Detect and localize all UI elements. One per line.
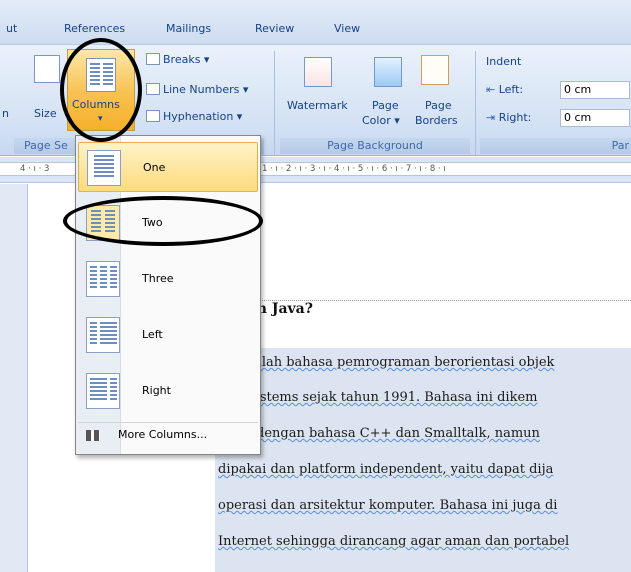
column-line: [110, 378, 117, 402]
menu-item-label: Two: [142, 216, 163, 229]
menu-item-right-column[interactable]: Right: [78, 366, 258, 416]
more-columns-label: More Columns...: [118, 428, 208, 441]
group-separator: [274, 51, 275, 155]
two-columns-icon: [86, 205, 120, 241]
page-borders-icon: [421, 55, 449, 85]
vertical-ruler: [0, 184, 28, 572]
menu-item-label: One: [143, 161, 166, 174]
breaks-icon: [146, 53, 160, 65]
indent-right-icon: ⇥: [486, 111, 499, 124]
tab-view[interactable]: View: [334, 22, 360, 35]
menu-item-two-columns[interactable]: Two: [78, 198, 258, 248]
menu-item-label: Right: [142, 384, 171, 397]
page-color-label-1[interactable]: Page: [372, 99, 399, 112]
page-color-icon: [374, 57, 402, 87]
three-columns-icon: [86, 261, 120, 297]
document-line[interactable]: osystems sejak tahun 1991. Bahasa ini di…: [238, 390, 537, 405]
indent-left-label: ⇤ Left:: [486, 83, 523, 96]
columns-icon: [86, 58, 116, 92]
tab-page-layout[interactable]: ut: [6, 22, 17, 35]
line-numbers-button[interactable]: Line Numbers ▾: [146, 83, 248, 96]
breaks-label: Breaks ▾: [163, 53, 210, 66]
column-line: [91, 210, 101, 234]
more-columns-menu-item[interactable]: More Columns...: [78, 422, 258, 448]
column-line: [94, 155, 114, 179]
document-line[interactable]: dipakai dan platform independent, yaitu …: [218, 462, 553, 477]
menu-item-label: Three: [142, 272, 174, 285]
document-line[interactable]: operasi dan arsitektur komputer. Bahasa …: [218, 498, 557, 513]
watermark-button[interactable]: Watermark: [287, 99, 348, 112]
menu-item-one-column[interactable]: One: [78, 142, 258, 192]
page-borders-label-1[interactable]: Page: [425, 99, 452, 112]
column-line: [90, 266, 97, 290]
group-separator: [475, 51, 476, 155]
columns-dropdown-menu: One Two Three Left Right More Columns...: [75, 135, 261, 455]
paragraph-group-label: Par: [480, 138, 631, 154]
page-background-group-label: Page Background: [280, 138, 470, 154]
column-line: [105, 210, 115, 234]
right-column-icon: [86, 373, 120, 409]
document-line[interactable]: adalah bahasa pemrograman berorientasi o…: [238, 355, 554, 370]
orientation-label-fragment[interactable]: n: [2, 107, 9, 120]
indent-right-text: Right:: [498, 111, 532, 124]
column-line: [90, 378, 107, 402]
size-icon: [34, 55, 60, 83]
columns-button[interactable]: Columns ▾: [67, 49, 135, 131]
columns-icon-line: [90, 63, 100, 87]
columns-icon-line: [103, 63, 113, 87]
menu-item-left-column[interactable]: Left: [78, 310, 258, 360]
ruler-left-ticks: 4 · ı · 3: [20, 164, 50, 174]
column-line: [90, 322, 97, 346]
document-line[interactable]: Internet sehingga dirancang agar aman da…: [218, 534, 569, 549]
tab-review[interactable]: Review: [255, 22, 294, 35]
indent-left-icon: ⇤: [486, 83, 499, 96]
tab-mailings[interactable]: Mailings: [166, 22, 211, 35]
indent-left-text: Left:: [498, 83, 524, 96]
page-borders-label-2[interactable]: Borders: [415, 114, 458, 127]
indent-left-field[interactable]: 0 cm: [560, 81, 630, 99]
hyphenation-icon: [146, 110, 160, 122]
columns-label: Columns: [72, 98, 120, 111]
document-line[interactable]: dengan bahasa C++ dan Smalltalk, namun: [256, 426, 540, 441]
menu-item-label: Left: [142, 328, 163, 341]
hyphenation-label: Hyphenation ▾: [163, 110, 243, 123]
tab-references[interactable]: References: [64, 22, 125, 35]
column-line: [110, 266, 117, 290]
ruler-right-ticks: 1 · ı · 2 · ı · 3 · ı · 4 · ı · 5 · ı · …: [262, 164, 446, 174]
column-line: [100, 322, 117, 346]
indent-right-label: ⇥ Right:: [486, 111, 531, 124]
dropdown-arrow-icon: ▾: [98, 114, 103, 124]
column-line: [100, 266, 107, 290]
left-column-icon: [86, 317, 120, 353]
line-numbers-icon: [146, 83, 160, 95]
menu-item-three-columns[interactable]: Three: [78, 254, 258, 304]
size-button[interactable]: Size: [34, 107, 57, 120]
line-numbers-label: Line Numbers ▾: [163, 83, 249, 96]
watermark-icon: [304, 57, 332, 87]
breaks-button[interactable]: Breaks ▾: [146, 53, 209, 66]
more-columns-icon: [86, 430, 100, 441]
page-color-label-2[interactable]: Color ▾: [362, 114, 400, 127]
ribbon-tab-bar: ut References Mailings Review View: [0, 0, 631, 44]
one-column-icon: [87, 150, 121, 186]
indent-right-field[interactable]: 0 cm: [560, 109, 630, 127]
hyphenation-button[interactable]: Hyphenation ▾: [146, 110, 242, 123]
indent-label: Indent: [486, 55, 522, 68]
